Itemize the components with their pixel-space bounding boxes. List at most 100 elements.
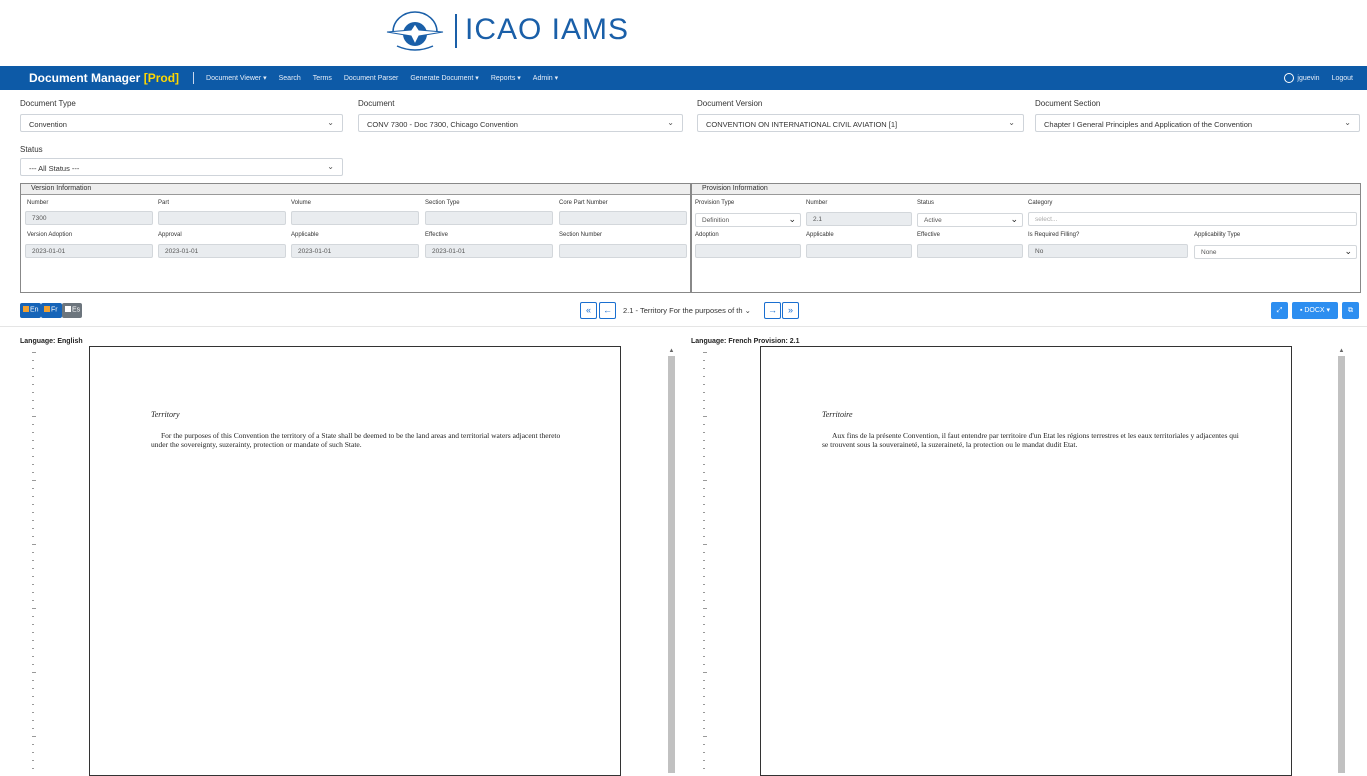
document-section-select[interactable]: Chapter I General Principles and Applica… — [1035, 114, 1360, 132]
version-adoption-field[interactable]: 2023-01-01 — [25, 244, 153, 258]
checkbox-checked-icon — [23, 306, 29, 312]
adoption-field[interactable] — [695, 244, 801, 258]
ruler-tick — [32, 496, 34, 497]
applicable-field[interactable]: 2023-01-01 — [291, 244, 419, 258]
nav-admin[interactable]: Admin ▾ — [533, 74, 558, 82]
section-type-field[interactable] — [425, 211, 553, 225]
nav-terms[interactable]: Terms — [313, 75, 332, 82]
approval-field[interactable]: 2023-01-01 — [158, 244, 286, 258]
prev-provision-button[interactable]: ← — [599, 302, 616, 319]
applicability-type-select[interactable]: None ⌄ — [1194, 245, 1357, 259]
provision-status-select[interactable]: Active ⌄ — [917, 213, 1023, 227]
ruler-tick — [703, 432, 705, 433]
nav-generate-document[interactable]: Generate Document ▾ — [410, 74, 479, 82]
first-provision-button[interactable]: « — [580, 302, 597, 319]
nav-document-parser[interactable]: Document Parser — [344, 75, 398, 82]
number-label: Number — [27, 200, 49, 206]
nav-user-area: jguevin Logout — [1284, 73, 1353, 83]
provision-type-select[interactable]: Definition ⌄ — [695, 213, 801, 227]
expand-icon[interactable]: ⤢ — [1271, 302, 1288, 319]
right-scrollbar[interactable]: ▲ — [1338, 346, 1345, 773]
logo-header: ICAO IAMS — [0, 0, 1367, 66]
chevron-down-icon: ⌄ — [744, 306, 751, 315]
core-part-number-field[interactable] — [559, 211, 687, 225]
french-provision-heading: Territoire — [822, 410, 853, 419]
left-scrollbar[interactable]: ▲ — [668, 346, 675, 773]
ruler-tick — [32, 384, 34, 385]
ruler-tick — [703, 416, 707, 417]
left-scroll-thumb[interactable] — [668, 356, 675, 773]
right-viewer-title: Language: French Provision: 2.1 — [691, 338, 800, 345]
user-icon — [1284, 73, 1295, 83]
docx-export-button[interactable]: ▪ DOCX ▾ — [1292, 302, 1338, 319]
ruler-tick — [32, 424, 34, 425]
prov-applicable-label: Applicable — [806, 232, 834, 238]
ruler-tick — [703, 392, 705, 393]
prov-effective-field[interactable] — [917, 244, 1023, 258]
chevron-down-icon: ⌄ — [788, 214, 796, 224]
last-provision-button[interactable]: » — [782, 302, 799, 319]
ruler-tick — [703, 520, 705, 521]
ruler-tick — [32, 520, 34, 521]
english-document-viewer[interactable]: Territory For the purposes of this Conve… — [20, 346, 680, 776]
ruler-tick — [32, 408, 34, 409]
chevron-down-icon: ⌄ — [1010, 214, 1018, 224]
lang-toggle-es[interactable]: Es — [62, 303, 82, 318]
ruler-tick — [703, 728, 705, 729]
document-version-value: CONVENTION ON INTERNATIONAL CIVIL AVIATI… — [706, 120, 898, 129]
part-field[interactable] — [158, 211, 286, 225]
ruler-tick — [32, 376, 34, 377]
applicable-label: Applicable — [291, 232, 319, 238]
brand-title: Document Manager — [29, 71, 141, 85]
effective-field[interactable]: 2023-01-01 — [425, 244, 553, 258]
lang-toggle-en[interactable]: En — [20, 303, 41, 318]
section-number-field[interactable] — [559, 244, 687, 258]
lang-toggle-fr[interactable]: Fr — [41, 303, 62, 318]
category-label: Category — [1028, 200, 1053, 206]
chevron-down-icon: ⌄ — [1344, 118, 1351, 127]
ruler-tick — [703, 472, 705, 473]
ruler-tick — [703, 352, 707, 353]
provision-number-field[interactable]: 2.1 — [806, 212, 912, 226]
ruler-tick — [703, 624, 705, 625]
brand[interactable]: Document Manager [Prod] — [29, 71, 179, 85]
ruler-tick — [703, 504, 705, 505]
version-adoption-label: Version Adoption — [27, 232, 73, 238]
next-provision-button[interactable]: → — [764, 302, 781, 319]
lang-fr-label: Fr — [51, 306, 58, 314]
required-filing-field[interactable]: No — [1028, 244, 1188, 258]
document-version-select[interactable]: CONVENTION ON INTERNATIONAL CIVIL AVIATI… — [697, 114, 1024, 132]
provision-status-value: Active — [924, 217, 942, 224]
nav-document-viewer[interactable]: Document Viewer ▾ — [206, 74, 267, 82]
volume-field[interactable] — [291, 211, 419, 225]
provision-info-title: Provision Information — [692, 184, 1360, 195]
icao-emblem-icon — [386, 11, 444, 51]
category-input[interactable]: select... — [1028, 212, 1357, 226]
nav-logout[interactable]: Logout — [1332, 75, 1353, 82]
ruler-tick — [703, 360, 705, 361]
provision-select-value: 2.1 - Territory For the purposes of th — [623, 306, 743, 315]
document-type-value: Convention — [29, 120, 67, 129]
french-document-viewer[interactable]: Territoire Aux fins de la présente Conve… — [691, 346, 1351, 776]
ruler-tick — [703, 496, 705, 497]
provision-status-label: Status — [917, 200, 935, 206]
ruler-tick — [32, 672, 36, 673]
ruler-tick — [703, 536, 705, 537]
document-type-select[interactable]: Convention ⌄ — [20, 114, 343, 132]
version-number-field[interactable]: 7300 — [25, 211, 153, 225]
nav-reports[interactable]: Reports ▾ — [491, 74, 521, 82]
nav-search[interactable]: Search — [279, 75, 301, 82]
provision-type-label: Provision Type — [695, 200, 735, 206]
ruler-tick — [32, 752, 34, 753]
copy-icon[interactable]: ⧉ — [1342, 302, 1359, 319]
status-select[interactable]: --- All Status --- ⌄ — [20, 158, 343, 176]
prov-applicable-field[interactable] — [806, 244, 912, 258]
right-scroll-thumb[interactable] — [1338, 356, 1345, 773]
ruler-tick — [32, 368, 34, 369]
nav-username[interactable]: jguevin — [1297, 75, 1319, 82]
french-provision-body: Aux fins de la présente Convention, il f… — [822, 431, 1239, 449]
ruler-tick — [703, 680, 705, 681]
ruler-tick — [703, 664, 705, 665]
document-select[interactable]: CONV 7300 - Doc 7300, Chicago Convention… — [358, 114, 683, 132]
provision-select[interactable]: 2.1 - Territory For the purposes of th ⌄ — [618, 302, 760, 319]
